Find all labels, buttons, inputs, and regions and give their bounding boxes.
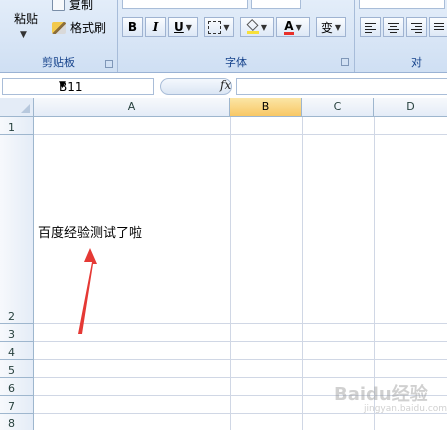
font-size-select[interactable]	[251, 0, 301, 9]
format-painter-label: 格式刷	[70, 21, 107, 35]
border-icon	[208, 20, 222, 34]
font-group: B I U ▼ ▼ ▼ A ▼ 变 ▼ 字体	[118, 0, 355, 72]
align-center-button[interactable]	[383, 17, 404, 37]
format-painter-icon	[52, 21, 66, 34]
font-color-label: A	[284, 18, 294, 35]
formula-input[interactable]	[236, 78, 447, 95]
border-button[interactable]: ▼	[204, 17, 234, 37]
clipboard-group: 粘贴 ▼ 复制 格式刷 剪贴板	[0, 0, 118, 72]
font-color-button[interactable]: A ▼	[276, 17, 310, 37]
fill-dropdown-icon: ▼	[260, 22, 268, 32]
copy-button[interactable]: 复制	[52, 0, 93, 13]
watermark-subtext: jingyan.baidu.com	[364, 404, 447, 414]
alignment-group-label: 对	[411, 56, 422, 69]
format-painter-button[interactable]: 格式刷	[52, 19, 106, 36]
font-group-label: 字体	[225, 56, 247, 69]
font-launcher-icon[interactable]	[341, 58, 349, 66]
alignment-group: 对	[355, 0, 447, 72]
copy-icon	[52, 0, 65, 11]
phonetic-dropdown-icon: ▼	[334, 22, 342, 32]
underline-button[interactable]: U ▼	[168, 17, 198, 37]
name-box[interactable]: B11 ▼	[2, 78, 154, 95]
watermark-logo: Baidu经验 jingyan.baidu.com	[334, 380, 447, 414]
italic-button[interactable]: I	[145, 17, 166, 37]
insert-function-button[interactable]: fx	[220, 78, 231, 92]
merge-button[interactable]	[429, 17, 447, 37]
align-right-button[interactable]	[406, 17, 427, 37]
phonetic-label: 变	[320, 20, 333, 35]
watermark-text: Baidu经验	[334, 384, 428, 405]
underline-dropdown-icon: ▼	[185, 22, 192, 32]
alignment-top-row	[359, 0, 445, 9]
phonetic-button[interactable]: 变 ▼	[316, 17, 346, 37]
paste-dropdown-icon[interactable]: ▼	[20, 30, 27, 40]
align-left-button[interactable]	[360, 17, 381, 37]
fill-color-button[interactable]: ▼	[240, 17, 274, 37]
copy-label: 复制	[69, 0, 94, 12]
name-box-dropdown-icon[interactable]: ▼	[59, 80, 150, 90]
ribbon: 粘贴 ▼ 复制 格式刷 剪贴板 B I U ▼ ▼ ▼ A ▼ 变 ▼ 字体 对	[0, 0, 447, 73]
border-dropdown-icon: ▼	[223, 22, 230, 32]
paste-button[interactable]: 粘贴	[14, 10, 38, 27]
clipboard-group-label: 剪贴板	[42, 56, 75, 69]
font-color-dropdown-icon: ▼	[295, 22, 302, 32]
font-name-select[interactable]	[122, 0, 248, 9]
formula-bar: B11 ▼ fx	[0, 76, 447, 99]
underline-label: U	[174, 20, 184, 34]
clipboard-launcher-icon[interactable]	[105, 60, 113, 68]
fill-bucket-icon	[246, 18, 259, 34]
bold-button[interactable]: B	[122, 17, 143, 37]
red-arrow-icon	[78, 248, 97, 334]
